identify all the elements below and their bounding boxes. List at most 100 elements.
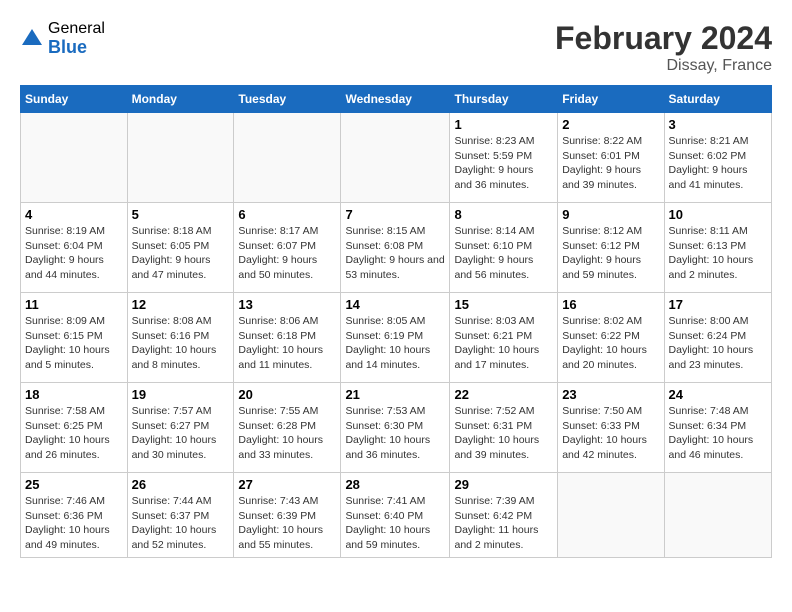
logo-blue: Blue: [48, 38, 105, 58]
day-number: 15: [454, 297, 553, 312]
day-info: Sunrise: 8:17 AMSunset: 6:07 PMDaylight:…: [238, 224, 336, 283]
day-info: Sunrise: 7:58 AMSunset: 6:25 PMDaylight:…: [25, 404, 123, 463]
day-info: Sunrise: 7:48 AMSunset: 6:34 PMDaylight:…: [669, 404, 767, 463]
calendar-cell: 2 Sunrise: 8:22 AMSunset: 6:01 PMDaylight…: [558, 113, 664, 203]
day-info: Sunrise: 8:21 AMSunset: 6:02 PMDaylight:…: [669, 134, 767, 193]
day-info: Sunrise: 7:41 AMSunset: 6:40 PMDaylight:…: [345, 494, 445, 553]
day-number: 19: [132, 387, 230, 402]
calendar-week-row: 25Sunrise: 7:46 AMSunset: 6:36 PMDayligh…: [21, 473, 772, 558]
day-number: 2: [562, 117, 659, 132]
day-number: 16: [562, 297, 659, 312]
day-number: 21: [345, 387, 445, 402]
calendar-cell: 21 Sunrise: 7:53 AMSunset: 6:30 PMDayligh…: [341, 383, 450, 473]
calendar-week-row: 4 Sunrise: 8:19 AMSunset: 6:04 PMDaylight…: [21, 203, 772, 293]
calendar-cell: [558, 473, 664, 558]
calendar-body: 1 Sunrise: 8:23 AMSunset: 5:59 PMDaylight…: [21, 113, 772, 558]
day-number: 12: [132, 297, 230, 312]
day-number: 11: [25, 297, 123, 312]
day-info: Sunrise: 7:50 AMSunset: 6:33 PMDaylight:…: [562, 404, 659, 463]
day-info: Sunrise: 8:05 AMSunset: 6:19 PMDaylight:…: [345, 314, 445, 373]
day-info: Sunrise: 8:23 AMSunset: 5:59 PMDaylight:…: [454, 134, 553, 193]
calendar-cell: 5Sunrise: 8:18 AMSunset: 6:05 PMDaylight…: [127, 203, 234, 293]
calendar-cell: 11 Sunrise: 8:09 AMSunset: 6:15 PMDayligh…: [21, 293, 128, 383]
day-info: Sunrise: 7:57 AMSunset: 6:27 PMDaylight:…: [132, 404, 230, 463]
header-day: Saturday: [664, 86, 771, 113]
day-number: 18: [25, 387, 123, 402]
calendar-header: SundayMondayTuesdayWednesdayThursdayFrid…: [21, 86, 772, 113]
day-info: Sunrise: 7:52 AMSunset: 6:31 PMDaylight:…: [454, 404, 553, 463]
day-number: 26: [132, 477, 230, 492]
day-number: 20: [238, 387, 336, 402]
page-header: General Blue February 2024 Dissay, Franc…: [20, 20, 772, 75]
calendar-cell: 19 Sunrise: 7:57 AMSunset: 6:27 PMDayligh…: [127, 383, 234, 473]
calendar-cell: 1 Sunrise: 8:23 AMSunset: 5:59 PMDaylight…: [450, 113, 558, 203]
day-info: Sunrise: 8:11 AMSunset: 6:13 PMDaylight:…: [669, 224, 767, 283]
calendar-cell: 12 Sunrise: 8:08 AMSunset: 6:16 PMDayligh…: [127, 293, 234, 383]
calendar-cell: 25Sunrise: 7:46 AMSunset: 6:36 PMDayligh…: [21, 473, 128, 558]
day-info: Sunrise: 7:55 AMSunset: 6:28 PMDaylight:…: [238, 404, 336, 463]
calendar-cell: 14 Sunrise: 8:05 AMSunset: 6:19 PMDayligh…: [341, 293, 450, 383]
day-info: Sunrise: 7:39 AMSunset: 6:42 PMDaylight:…: [454, 494, 553, 553]
calendar-subtitle: Dissay, France: [555, 57, 772, 75]
day-number: 4: [25, 207, 123, 222]
day-info: Sunrise: 8:12 AMSunset: 6:12 PMDaylight:…: [562, 224, 659, 283]
day-info: Sunrise: 8:02 AMSunset: 6:22 PMDaylight:…: [562, 314, 659, 373]
day-number: 28: [345, 477, 445, 492]
day-info: Sunrise: 8:08 AMSunset: 6:16 PMDaylight:…: [132, 314, 230, 373]
day-info: Sunrise: 8:15 AMSunset: 6:08 PMDaylight:…: [345, 224, 445, 283]
calendar-table: SundayMondayTuesdayWednesdayThursdayFrid…: [20, 85, 772, 558]
calendar-cell: 4 Sunrise: 8:19 AMSunset: 6:04 PMDaylight…: [21, 203, 128, 293]
title-block: February 2024 Dissay, France: [555, 20, 772, 75]
header-day: Wednesday: [341, 86, 450, 113]
calendar-cell: 3 Sunrise: 8:21 AMSunset: 6:02 PMDaylight…: [664, 113, 771, 203]
header-day: Thursday: [450, 86, 558, 113]
calendar-title: February 2024: [555, 20, 772, 57]
day-number: 6: [238, 207, 336, 222]
calendar-cell: 29 Sunrise: 7:39 AMSunset: 6:42 PMDayligh…: [450, 473, 558, 558]
day-number: 3: [669, 117, 767, 132]
calendar-cell: 28 Sunrise: 7:41 AMSunset: 6:40 PMDayligh…: [341, 473, 450, 558]
logo: General Blue: [20, 20, 105, 57]
logo-icon: [20, 27, 44, 51]
calendar-cell: 6 Sunrise: 8:17 AMSunset: 6:07 PMDaylight…: [234, 203, 341, 293]
calendar-cell: [234, 113, 341, 203]
calendar-cell: 27Sunrise: 7:43 AMSunset: 6:39 PMDayligh…: [234, 473, 341, 558]
calendar-cell: 10 Sunrise: 8:11 AMSunset: 6:13 PMDayligh…: [664, 203, 771, 293]
calendar-cell: 20 Sunrise: 7:55 AMSunset: 6:28 PMDayligh…: [234, 383, 341, 473]
day-info: Sunrise: 8:09 AMSunset: 6:15 PMDaylight:…: [25, 314, 123, 373]
header-day: Sunday: [21, 86, 128, 113]
calendar-cell: [21, 113, 128, 203]
day-info: Sunrise: 8:19 AMSunset: 6:04 PMDaylight:…: [25, 224, 123, 283]
day-number: 22: [454, 387, 553, 402]
day-number: 27: [238, 477, 336, 492]
day-info: Sunrise: 8:03 AMSunset: 6:21 PMDaylight:…: [454, 314, 553, 373]
day-number: 5: [132, 207, 230, 222]
day-info: Sunrise: 8:06 AMSunset: 6:18 PMDaylight:…: [238, 314, 336, 373]
day-info: Sunrise: 7:53 AMSunset: 6:30 PMDaylight:…: [345, 404, 445, 463]
day-number: 7: [345, 207, 445, 222]
logo-general: General: [48, 20, 105, 38]
day-info: Sunrise: 8:00 AMSunset: 6:24 PMDaylight:…: [669, 314, 767, 373]
calendar-cell: [127, 113, 234, 203]
day-info: Sunrise: 7:44 AMSunset: 6:37 PMDaylight:…: [132, 494, 230, 553]
header-day: Friday: [558, 86, 664, 113]
calendar-cell: 22 Sunrise: 7:52 AMSunset: 6:31 PMDayligh…: [450, 383, 558, 473]
calendar-week-row: 11 Sunrise: 8:09 AMSunset: 6:15 PMDayligh…: [21, 293, 772, 383]
day-number: 1: [454, 117, 553, 132]
calendar-week-row: 18 Sunrise: 7:58 AMSunset: 6:25 PMDayligh…: [21, 383, 772, 473]
calendar-cell: 23 Sunrise: 7:50 AMSunset: 6:33 PMDayligh…: [558, 383, 664, 473]
calendar-cell: 8Sunrise: 8:14 AMSunset: 6:10 PMDaylight…: [450, 203, 558, 293]
calendar-cell: 18 Sunrise: 7:58 AMSunset: 6:25 PMDayligh…: [21, 383, 128, 473]
day-number: 29: [454, 477, 553, 492]
day-number: 10: [669, 207, 767, 222]
day-number: 23: [562, 387, 659, 402]
calendar-cell: 26 Sunrise: 7:44 AMSunset: 6:37 PMDayligh…: [127, 473, 234, 558]
day-number: 8: [454, 207, 553, 222]
calendar-cell: 24Sunrise: 7:48 AMSunset: 6:34 PMDayligh…: [664, 383, 771, 473]
header-day: Monday: [127, 86, 234, 113]
calendar-week-row: 1 Sunrise: 8:23 AMSunset: 5:59 PMDaylight…: [21, 113, 772, 203]
day-info: Sunrise: 8:22 AMSunset: 6:01 PMDaylight:…: [562, 134, 659, 193]
calendar-cell: 16 Sunrise: 8:02 AMSunset: 6:22 PMDayligh…: [558, 293, 664, 383]
calendar-cell: [664, 473, 771, 558]
day-number: 14: [345, 297, 445, 312]
